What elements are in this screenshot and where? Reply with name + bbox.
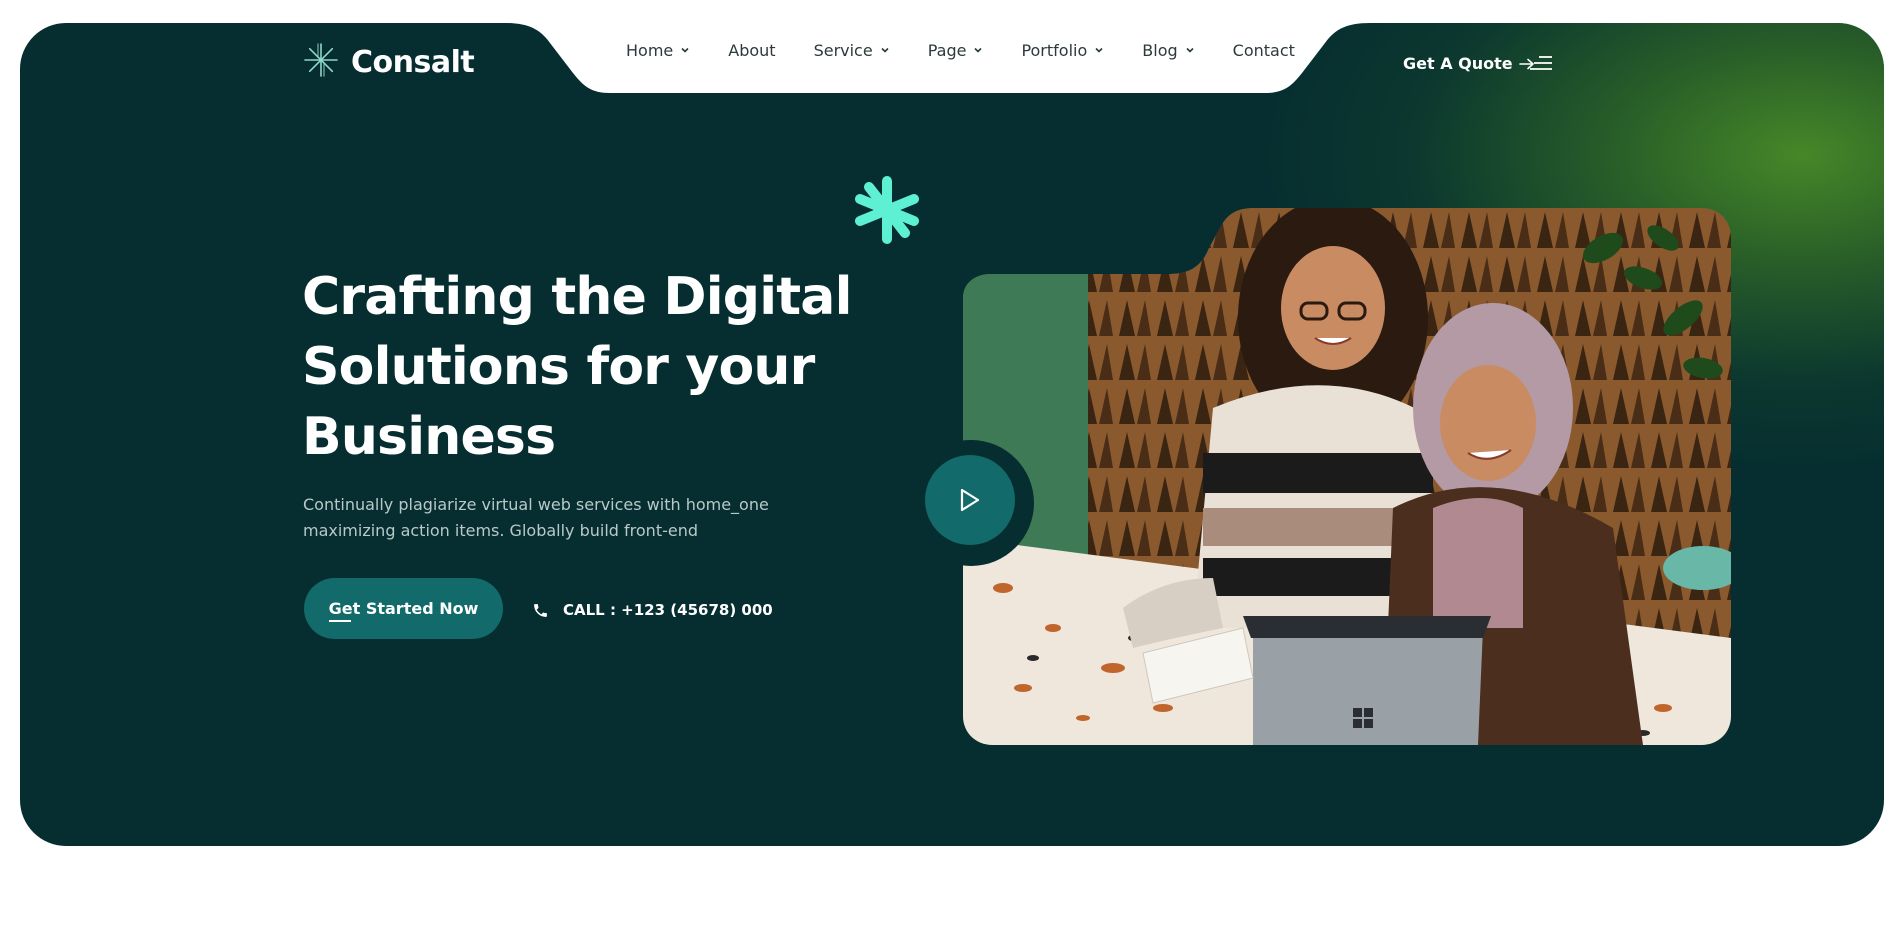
nav-item-portfolio[interactable]: Portfolio [1021,41,1104,60]
chevron-down-icon [974,47,983,53]
chevron-down-icon [681,47,689,53]
chevron-down-icon [881,47,889,53]
hero-description: Continually plagiarize virtual web servi… [303,495,769,540]
nav-item-label: Portfolio [1021,40,1088,60]
nav-item-label: About [728,40,776,60]
nav-item-blog[interactable]: Blog [1142,41,1194,60]
phone-icon [534,603,547,617]
nav-item-service[interactable]: Service [814,41,890,60]
nav-item-home[interactable]: Home [626,41,690,60]
play-icon [960,488,980,512]
chevron-down-icon [1095,47,1103,53]
call-label: CALL : +123 (45678) 000 [563,601,773,619]
play-video-button[interactable] [925,455,1015,545]
call-link[interactable]: CALL : +123 (45678) 000 [532,601,773,619]
menu-lines-icon[interactable] [1529,55,1553,71]
nav-item-label: Blog [1142,40,1178,60]
nav-item-contact[interactable]: Contact [1233,41,1295,60]
brand-logo[interactable]: Consalt [303,42,475,82]
chevron-down-icon [1186,47,1194,53]
get-started-button[interactable]: Get Started Now [304,578,503,639]
hero-title: Crafting the Digital Solutions for your … [302,267,852,467]
get-quote-label: Get A Quote [1403,54,1513,73]
nav-item-label: Service [813,40,873,60]
get-quote-button[interactable]: Get A Quote [1403,54,1535,73]
get-started-label: Get Started Now [328,599,479,622]
hero-image [963,208,1731,745]
nav-item-page[interactable]: Page [928,41,984,60]
nav-item-label: Page [927,40,967,60]
nav-item-label: Contact [1232,40,1295,60]
asterisk-logo-icon [303,42,339,82]
main-nav: Home About Service Page Portfolio Blog C… [626,38,1295,62]
asterisk-decor-icon [852,175,922,245]
brand-name: Consalt [351,44,475,80]
nav-item-about[interactable]: About [728,41,775,60]
nav-item-label: Home [626,40,674,60]
